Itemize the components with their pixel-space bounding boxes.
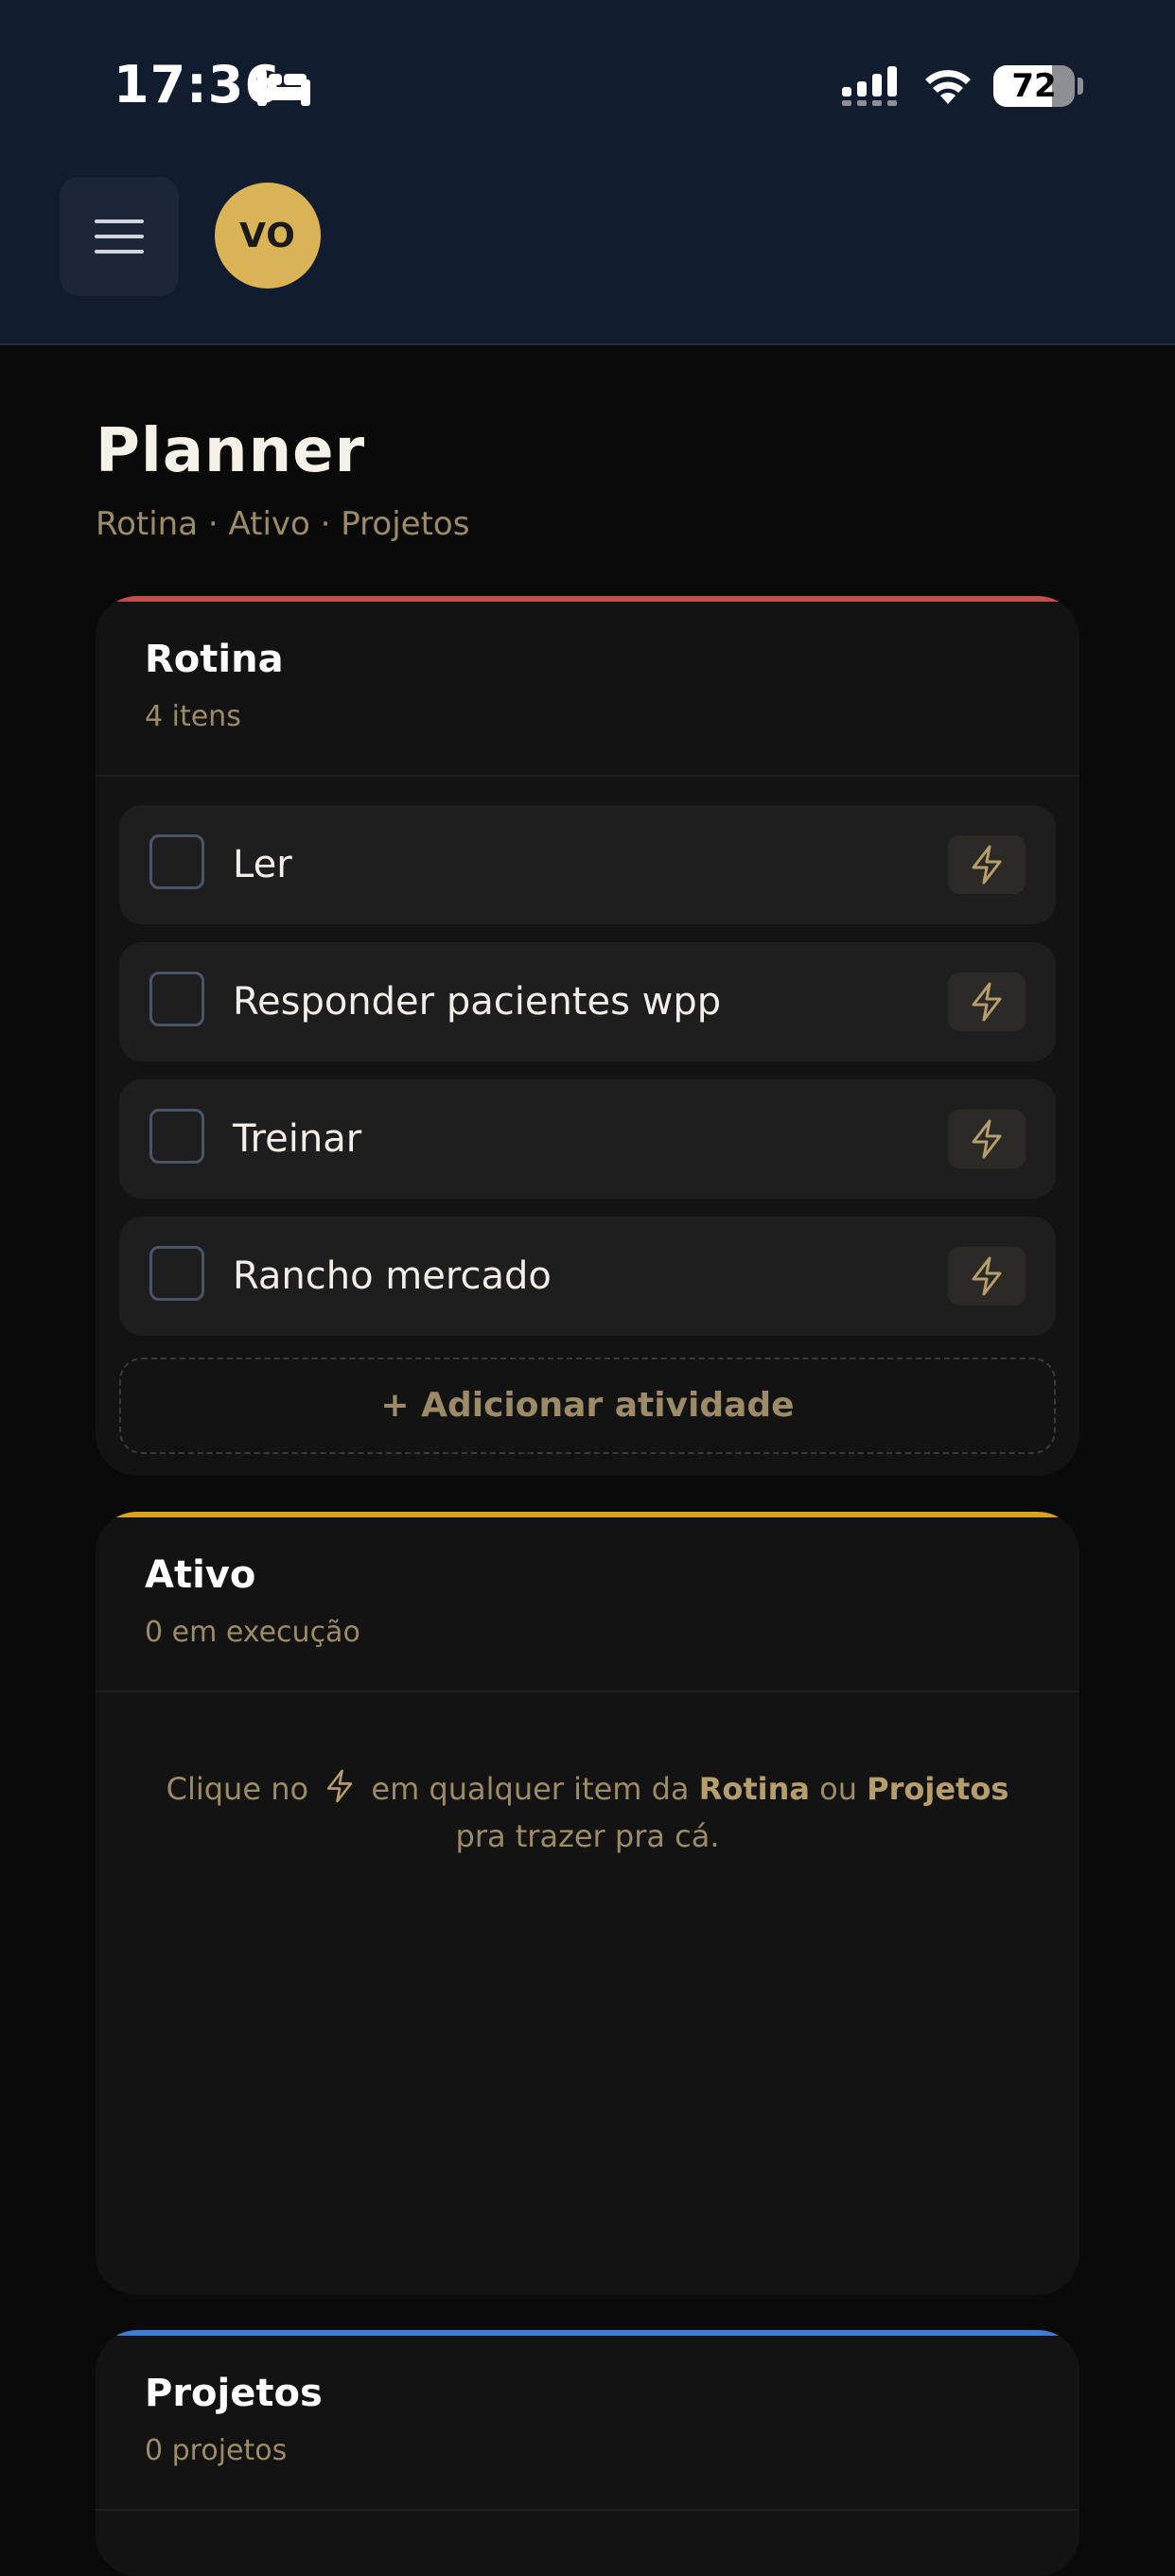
empty-text-line2: pra trazer pra cá. xyxy=(455,1818,720,1854)
cellular-signal-icon xyxy=(842,66,897,106)
task-label: Ler xyxy=(233,843,292,886)
activate-button[interactable] xyxy=(948,1247,1026,1306)
projetos-accent xyxy=(96,2330,1079,2336)
ativo-accent xyxy=(96,1512,1079,1517)
lightning-icon xyxy=(972,1119,1002,1159)
activate-button[interactable] xyxy=(948,835,1026,894)
empty-text-part3: ou xyxy=(819,1771,857,1807)
page-subtitle: Rotina · Ativo · Projetos xyxy=(96,505,470,543)
menu-button[interactable] xyxy=(60,177,179,296)
ativo-count: 0 em execução xyxy=(145,1616,360,1649)
lightning-icon xyxy=(972,1256,1002,1296)
divider xyxy=(96,775,1079,777)
empty-text-projetos: Projetos xyxy=(867,1771,1009,1807)
lightning-icon xyxy=(327,1769,353,1803)
ativo-card: Ativo 0 em execução Clique no em qualque… xyxy=(96,1512,1079,2295)
battery-cap xyxy=(1078,78,1083,95)
battery-icon: 72 xyxy=(993,65,1075,107)
hamburger-menu-icon xyxy=(95,219,144,254)
task-checkbox[interactable] xyxy=(149,1109,204,1164)
task-checkbox[interactable] xyxy=(149,972,204,1026)
activate-button[interactable] xyxy=(948,973,1026,1031)
task-label: Treinar xyxy=(233,1117,362,1161)
lightning-icon xyxy=(972,982,1002,1022)
projetos-count: 0 projetos xyxy=(145,2434,288,2467)
activate-button[interactable] xyxy=(948,1110,1026,1168)
projetos-title: Projetos xyxy=(145,2372,323,2415)
bed-icon xyxy=(257,70,310,106)
task-label: Responder pacientes wpp xyxy=(233,980,722,1024)
divider xyxy=(96,1691,1079,1692)
task-item: Rancho mercado xyxy=(119,1217,1056,1336)
task-checkbox[interactable] xyxy=(149,834,204,889)
rotina-accent xyxy=(96,596,1079,602)
avatar[interactable]: VO xyxy=(215,183,321,289)
empty-text-part1: Clique no xyxy=(166,1771,309,1807)
ativo-empty-message: Clique no em qualquer item da Rotina ou … xyxy=(96,1765,1079,1860)
task-item: Ler xyxy=(119,805,1056,924)
add-activity-button[interactable]: + Adicionar atividade xyxy=(119,1358,1056,1454)
page-title: Planner xyxy=(96,416,366,486)
projetos-card: Projetos 0 projetos xyxy=(96,2330,1079,2576)
battery-level: 72 xyxy=(1011,67,1057,105)
task-label: Rancho mercado xyxy=(233,1254,552,1298)
ativo-title: Ativo xyxy=(145,1553,256,1597)
rotina-title: Rotina xyxy=(145,638,284,681)
empty-text-rotina: Rotina xyxy=(698,1771,810,1807)
lightning-icon xyxy=(972,845,1002,885)
top-bar: 17:36 72 VO xyxy=(0,0,1175,345)
empty-text-part2: em qualquer item da xyxy=(371,1771,690,1807)
wifi-icon xyxy=(925,70,971,104)
task-item: Treinar xyxy=(119,1079,1056,1199)
task-item: Responder pacientes wpp xyxy=(119,942,1056,1061)
task-checkbox[interactable] xyxy=(149,1246,204,1301)
divider xyxy=(96,2509,1079,2511)
rotina-card: Rotina 4 itens Ler Responder pacientes w… xyxy=(96,596,1079,1476)
rotina-count: 4 itens xyxy=(145,700,241,733)
